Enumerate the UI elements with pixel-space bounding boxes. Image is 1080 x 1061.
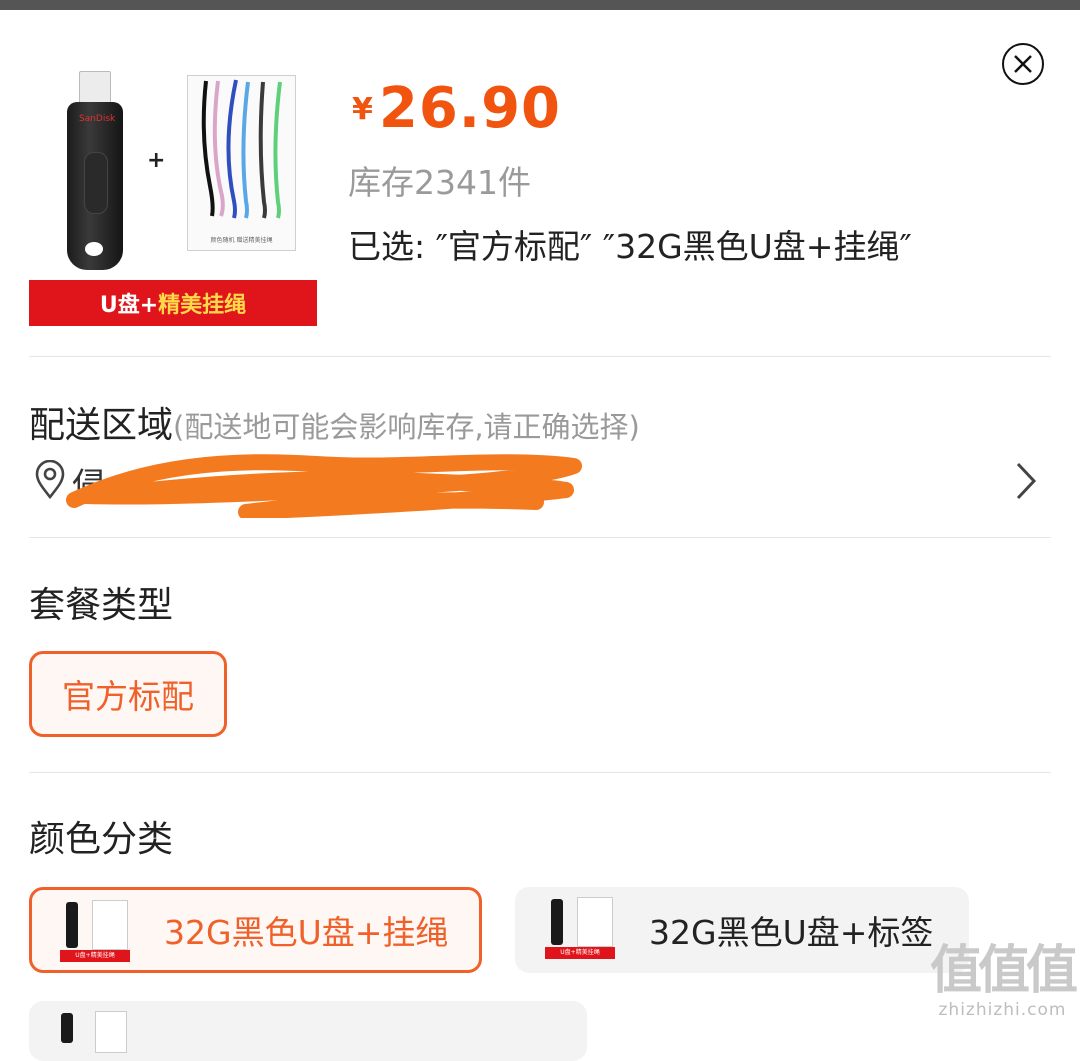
color-option-partial[interactable]: [29, 1001, 587, 1061]
location-pin-icon: [35, 460, 65, 500]
color-option-thumbnail: U盘+精美挂绳: [545, 895, 615, 959]
watermark-url: zhizhizhi.com: [938, 1000, 1067, 1020]
plus-sign: +: [147, 148, 166, 173]
package-option-official[interactable]: 官方标配: [29, 651, 227, 737]
close-icon: [1014, 55, 1032, 73]
thumb-banner: U盘+精美挂绳: [60, 950, 130, 962]
color-option-label: 32G黑色U盘+挂绳: [164, 913, 449, 952]
close-button[interactable]: [1002, 43, 1044, 85]
divider: [29, 537, 1051, 538]
currency-symbol: ¥: [352, 92, 373, 127]
color-option-label: 32G黑色U盘+标签: [649, 913, 934, 952]
watermark: 值值值 zhizhizhi.com: [930, 941, 1078, 1027]
delivery-section-title: 配送区域(配送地可能会影响库存,请正确选择): [29, 396, 640, 448]
delivery-title: 配送区域: [29, 405, 174, 446]
package-option-label: 官方标配: [62, 677, 194, 716]
stock-text: 库存2341件: [348, 163, 531, 202]
watermark-chars: 值值值: [930, 941, 1078, 1001]
color-option-lanyard[interactable]: U盘+精美挂绳 32G黑色U盘+挂绳: [29, 887, 482, 973]
package-section-title: 套餐类型: [29, 585, 174, 626]
price-value: 26.90: [378, 76, 562, 141]
lanyard-image: 颜色随机 赠送精美挂绳: [187, 75, 296, 251]
color-option-thumbnail: U盘+精美挂绳: [60, 898, 130, 962]
usb-drive-image: SanDisk: [67, 66, 127, 271]
product-image: SanDisk + 颜色随机 赠送精美挂绳 U盘+ 精美挂绳: [29, 66, 317, 328]
banner-prefix: U盘+: [99, 293, 159, 318]
selected-summary: 已选: ″官方标配″ ″32G黑色U盘+挂绳″: [348, 227, 912, 266]
price: ¥26.90: [352, 76, 561, 141]
banner-highlight: 精美挂绳: [158, 293, 247, 318]
top-dim-bar: [0, 0, 1080, 10]
product-image-banner: U盘+ 精美挂绳: [29, 280, 317, 326]
color-section-title: 颜色分类: [29, 819, 174, 860]
address-redaction: [66, 454, 582, 518]
divider: [29, 356, 1051, 357]
usb-brand: SanDisk: [79, 114, 116, 124]
color-option-tag[interactable]: U盘+精美挂绳 32G黑色U盘+标签: [515, 887, 969, 973]
divider: [29, 772, 1051, 773]
thumb-banner: U盘+精美挂绳: [545, 947, 615, 959]
lanyard-caption: 颜色随机 赠送精美挂绳: [210, 237, 273, 244]
delivery-note: (配送地可能会影响库存,请正确选择): [173, 410, 640, 444]
chevron-right-icon[interactable]: [1012, 460, 1040, 502]
